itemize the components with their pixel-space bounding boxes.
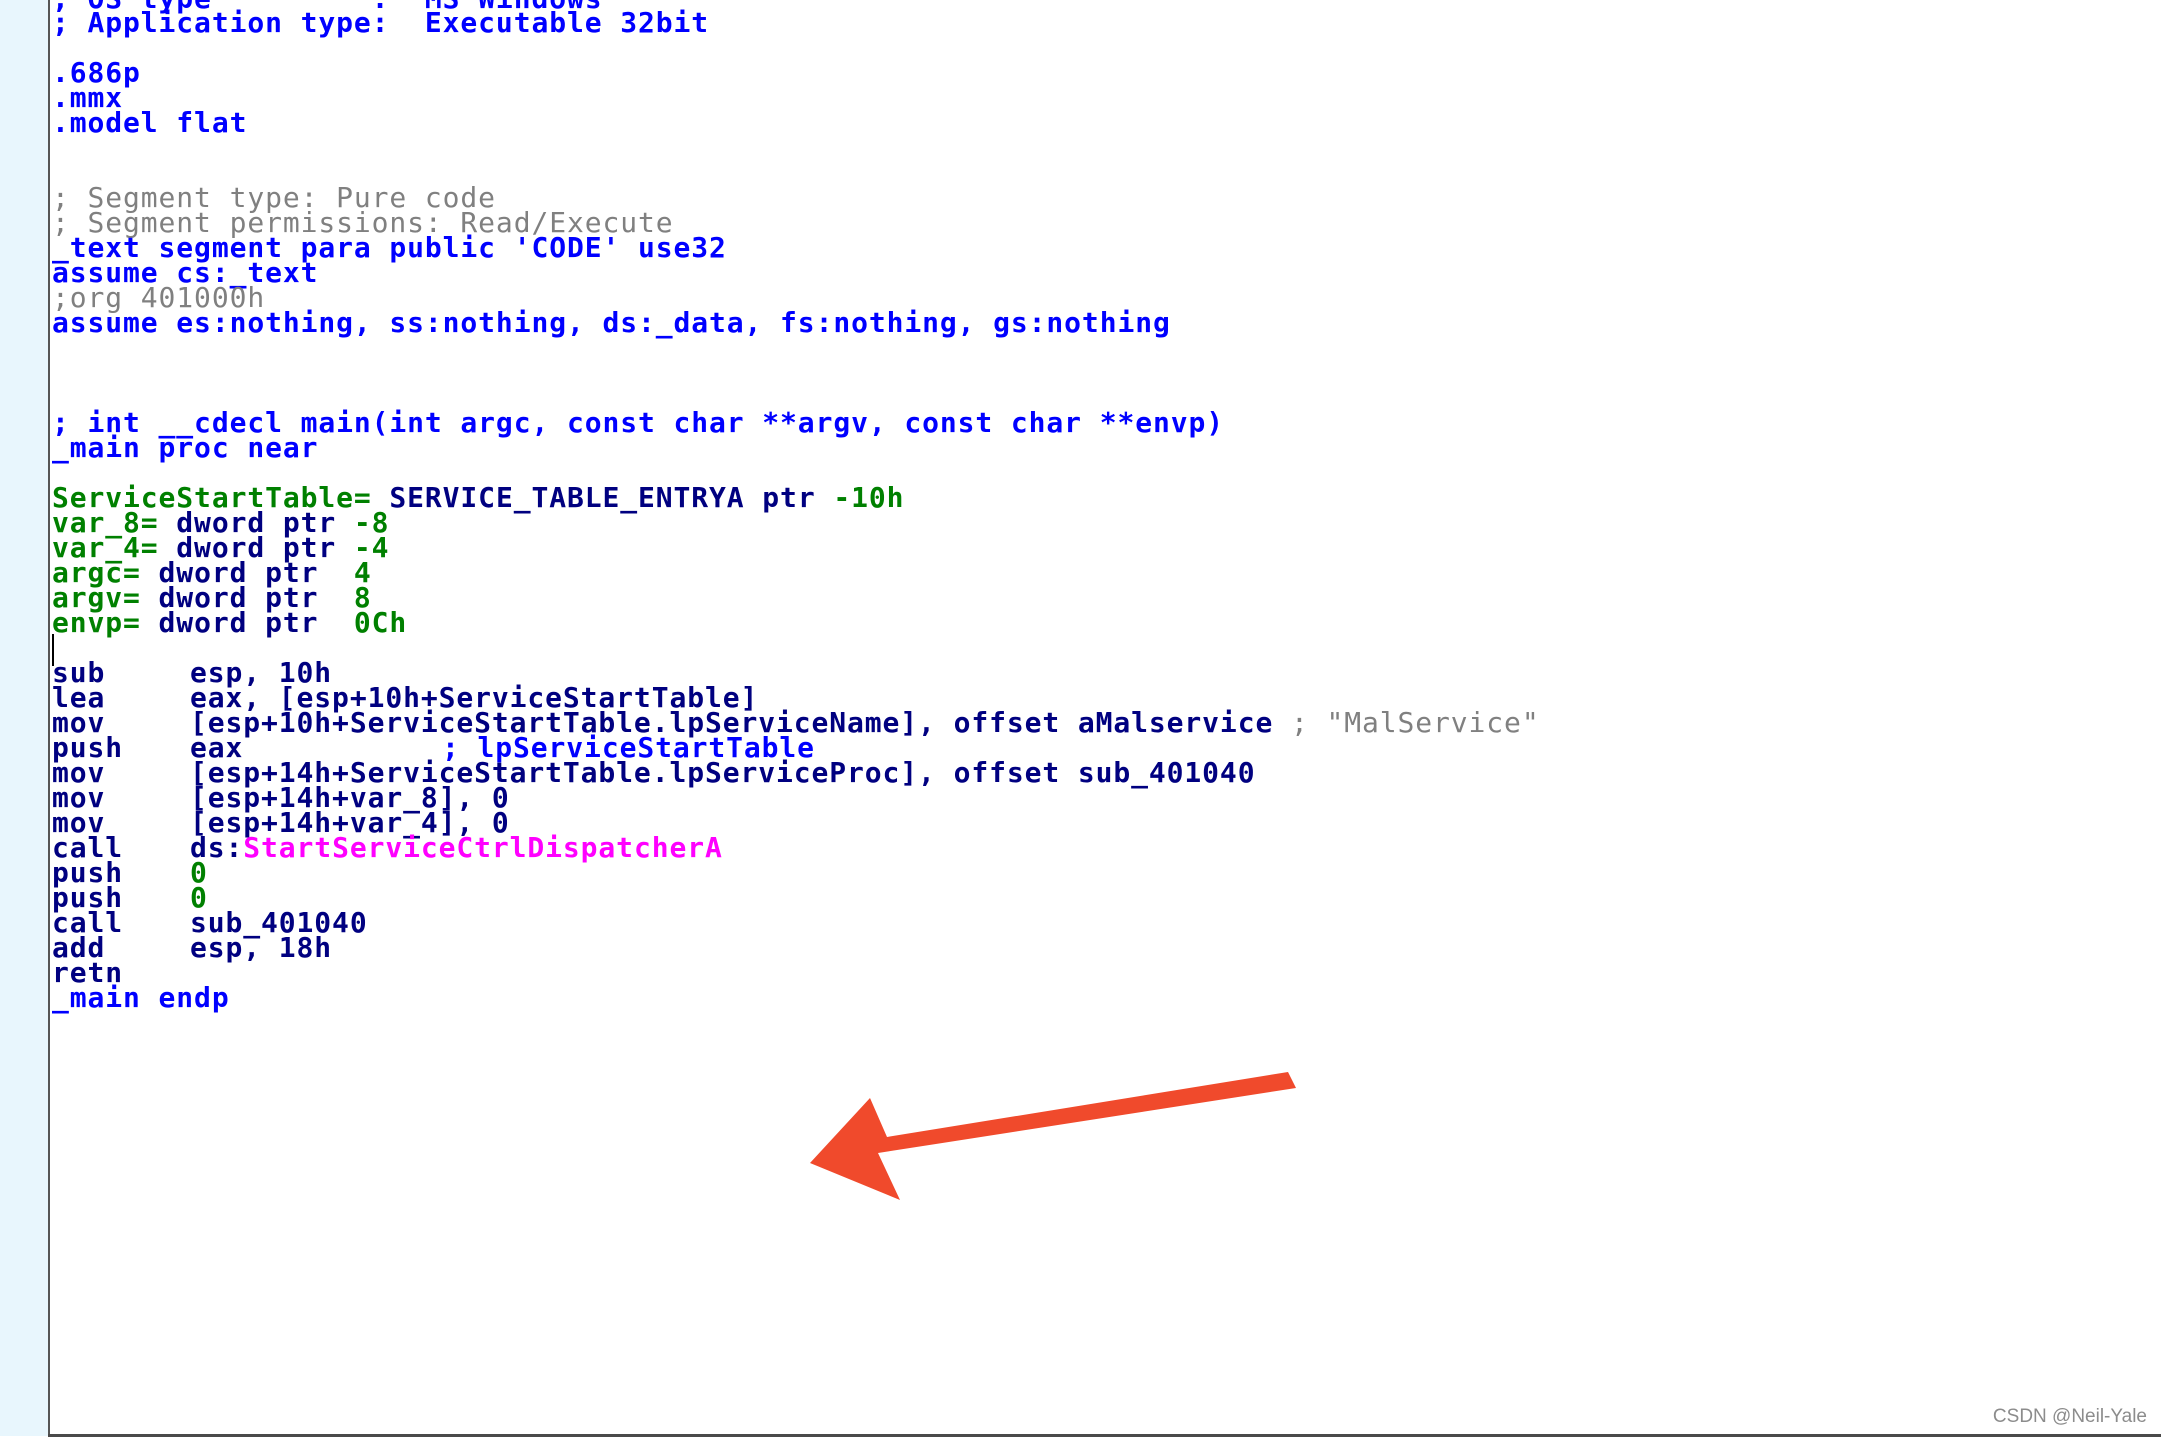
local-var-type: SERVICE_TABLE_ENTRYA ptr bbox=[371, 481, 834, 514]
local-var-offset: -10h bbox=[833, 481, 905, 514]
model-directive[interactable]: .model flat bbox=[52, 106, 247, 140]
local-var-line[interactable]: envp= dword ptr 0Ch bbox=[52, 606, 407, 640]
listing-bottom-border bbox=[48, 1434, 2161, 1437]
local-var-name[interactable]: envp= bbox=[52, 606, 141, 639]
application-type-line: ; Application type: Executable 32bit bbox=[52, 6, 710, 39]
string-comment: ; "MalService" bbox=[1290, 706, 1540, 739]
local-var-offset: 0Ch bbox=[353, 606, 408, 639]
operands: esp, 18h bbox=[190, 931, 333, 964]
main-proc-line[interactable]: _main proc near bbox=[52, 431, 318, 465]
text-cursor bbox=[52, 634, 54, 666]
imported-function-name[interactable]: StartServiceCtrlDispatcherA bbox=[243, 831, 722, 864]
watermark: CSDN @Neil-Yale bbox=[1992, 1406, 2147, 1427]
line-gutter bbox=[0, 0, 48, 1436]
listing-left-border bbox=[48, 0, 50, 1436]
main-endp-line[interactable]: _main endp bbox=[52, 981, 230, 1015]
assume-segments-line[interactable]: assume es:nothing, ss:nothing, ds:_data,… bbox=[52, 306, 1171, 340]
local-var-type: dword ptr bbox=[140, 606, 354, 639]
disassembly-listing[interactable]: ; OS type : MS Windows ; Application typ… bbox=[52, 0, 2152, 1430]
